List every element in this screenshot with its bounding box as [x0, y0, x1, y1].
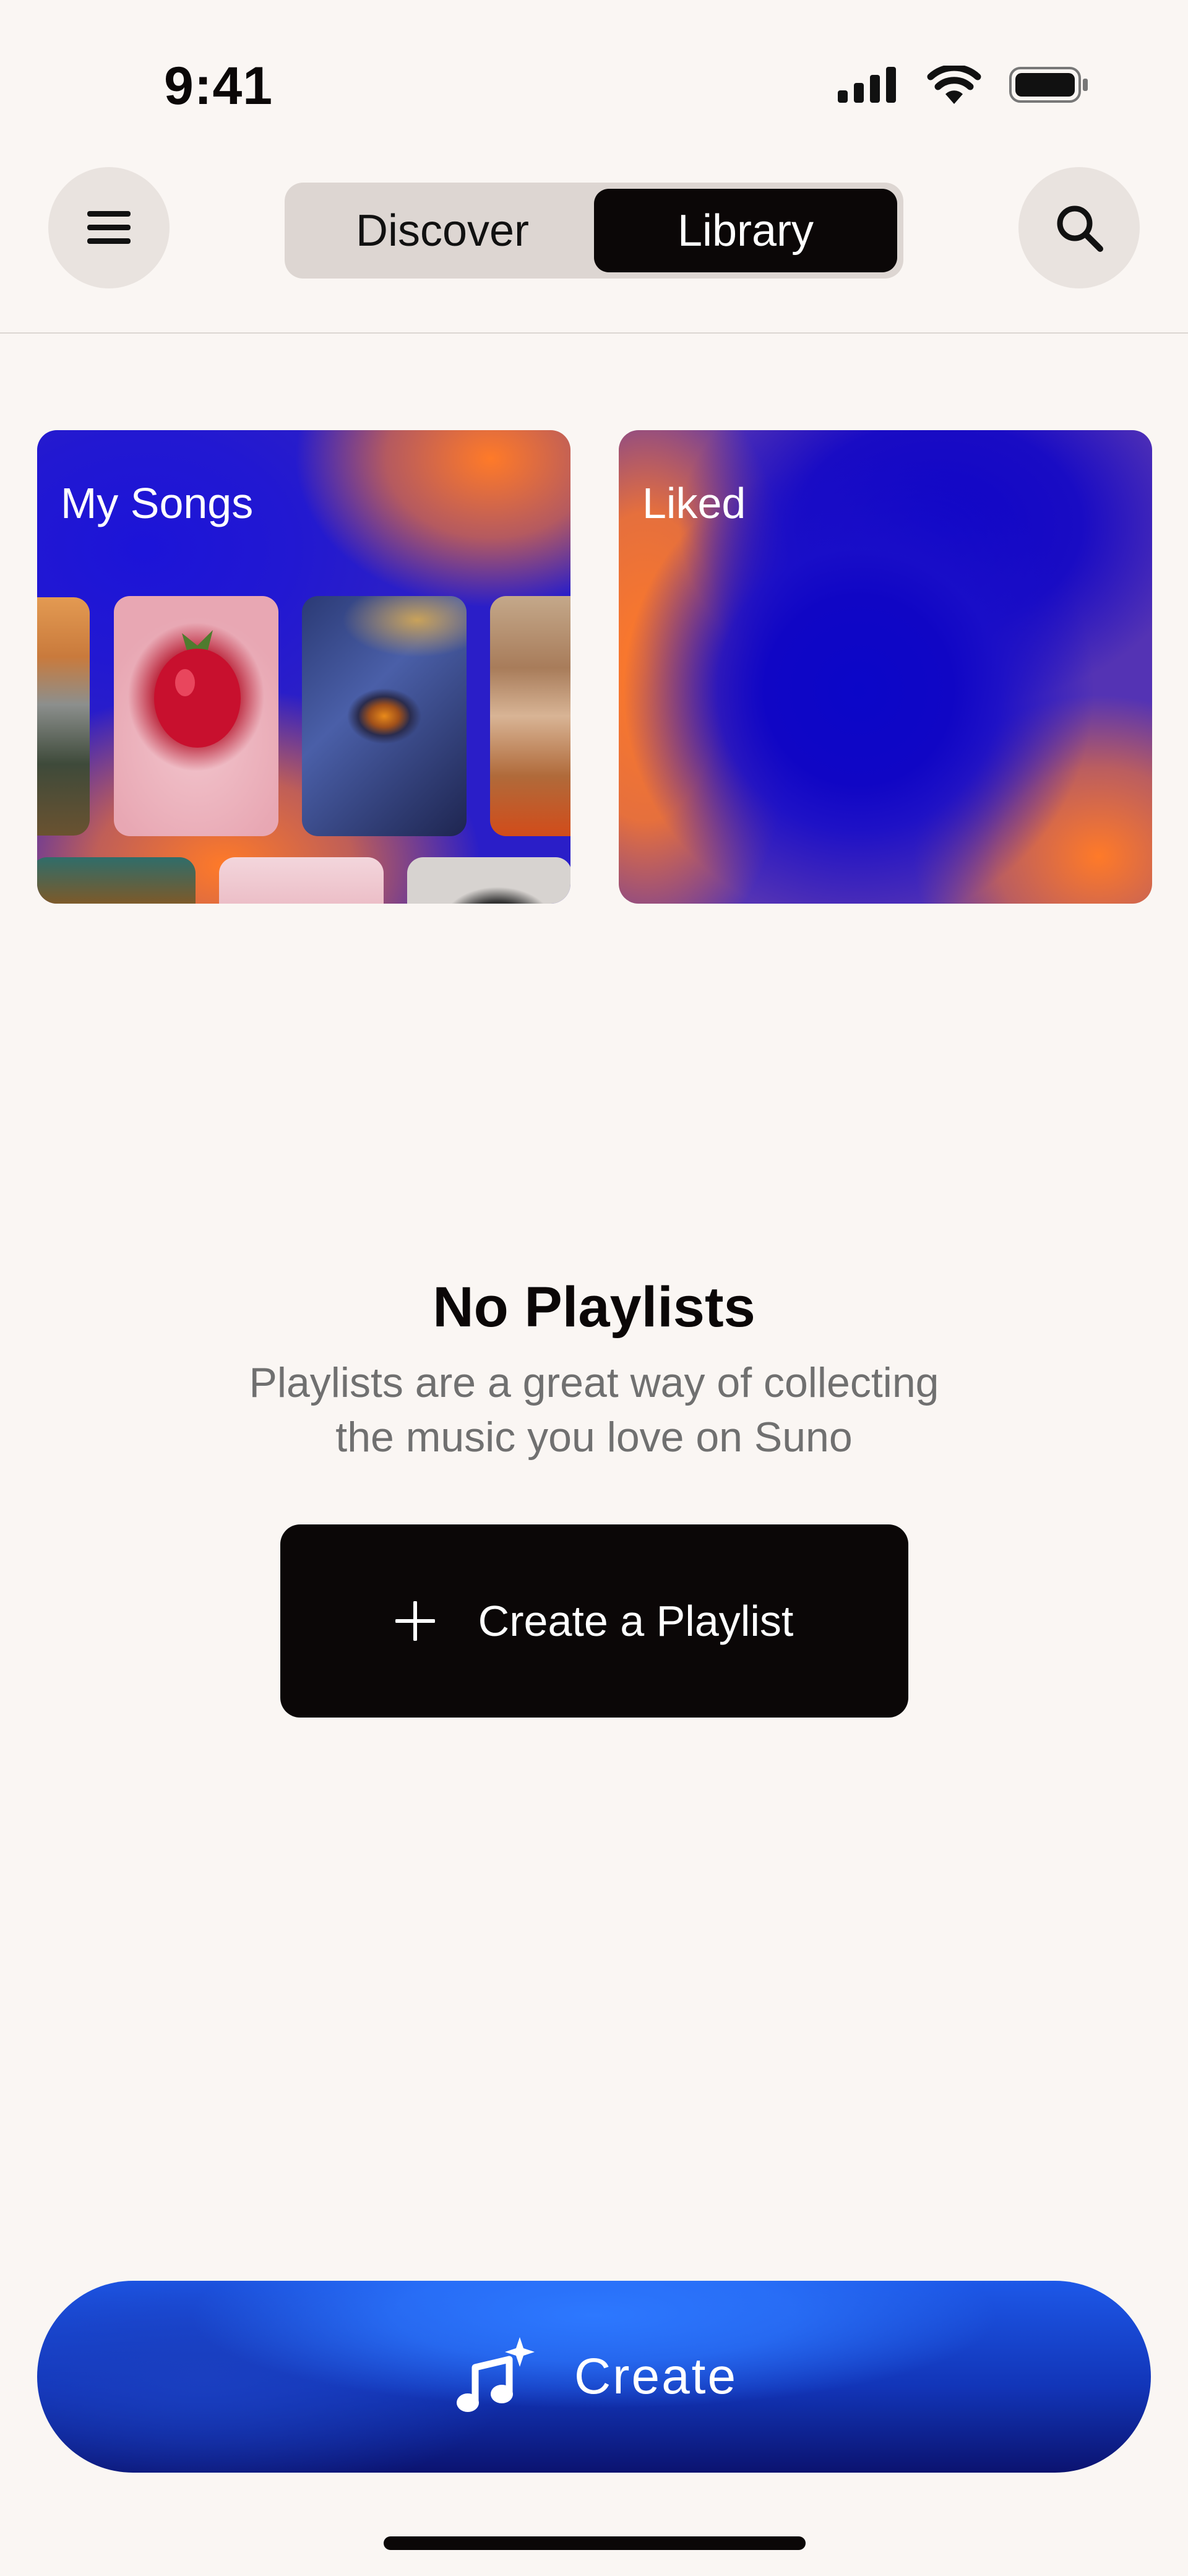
song-artwork-hat [407, 857, 570, 904]
my-songs-card[interactable]: My Songs [37, 430, 570, 904]
search-button[interactable] [1018, 167, 1140, 288]
battery-icon [1009, 67, 1088, 103]
song-artwork-strawberry [114, 596, 278, 836]
search-icon [1057, 205, 1103, 252]
wifi-icon [927, 66, 981, 104]
menu-button[interactable] [48, 167, 170, 288]
status-icons [838, 66, 1089, 104]
status-time: 9:41 [164, 56, 273, 116]
empty-state-description-line2: the music you love on Suno [335, 1414, 853, 1461]
home-indicator[interactable] [384, 2536, 806, 2550]
plus-icon [395, 1601, 435, 1641]
strawberry-leaf-icon [154, 630, 241, 748]
my-songs-title: My Songs [61, 479, 254, 527]
song-artwork-portrait [490, 596, 570, 836]
create-label: Create [574, 2348, 738, 2405]
song-artwork-food [37, 857, 196, 904]
cellular-signal-icon [838, 67, 896, 103]
song-artwork-mountains [37, 597, 90, 836]
empty-state-title: No Playlists [433, 1276, 755, 1339]
header-divider [0, 332, 1188, 334]
music-sparkle-icon [456, 2337, 535, 2412]
song-artwork-strawberry-2 [219, 857, 384, 904]
create-button[interactable]: Create [37, 2281, 1151, 2473]
status-bar: 9:41 [0, 0, 1188, 161]
liked-card[interactable]: Liked [619, 430, 1152, 904]
liked-title: Liked [642, 479, 746, 527]
create-playlist-button[interactable]: Create a Playlist [280, 1524, 908, 1718]
tab-discover[interactable]: Discover [291, 189, 594, 272]
create-playlist-label: Create a Playlist [478, 1597, 794, 1645]
empty-state-description-line1: Playlists are a great way of collecting [249, 1359, 939, 1406]
song-artwork-painted-eye [302, 596, 467, 836]
discover-library-toggle: Discover Library [285, 183, 903, 279]
tab-library[interactable]: Library [594, 189, 897, 272]
hamburger-icon [87, 211, 131, 244]
empty-state-description: Playlists are a great way of collecting … [223, 1355, 965, 1464]
